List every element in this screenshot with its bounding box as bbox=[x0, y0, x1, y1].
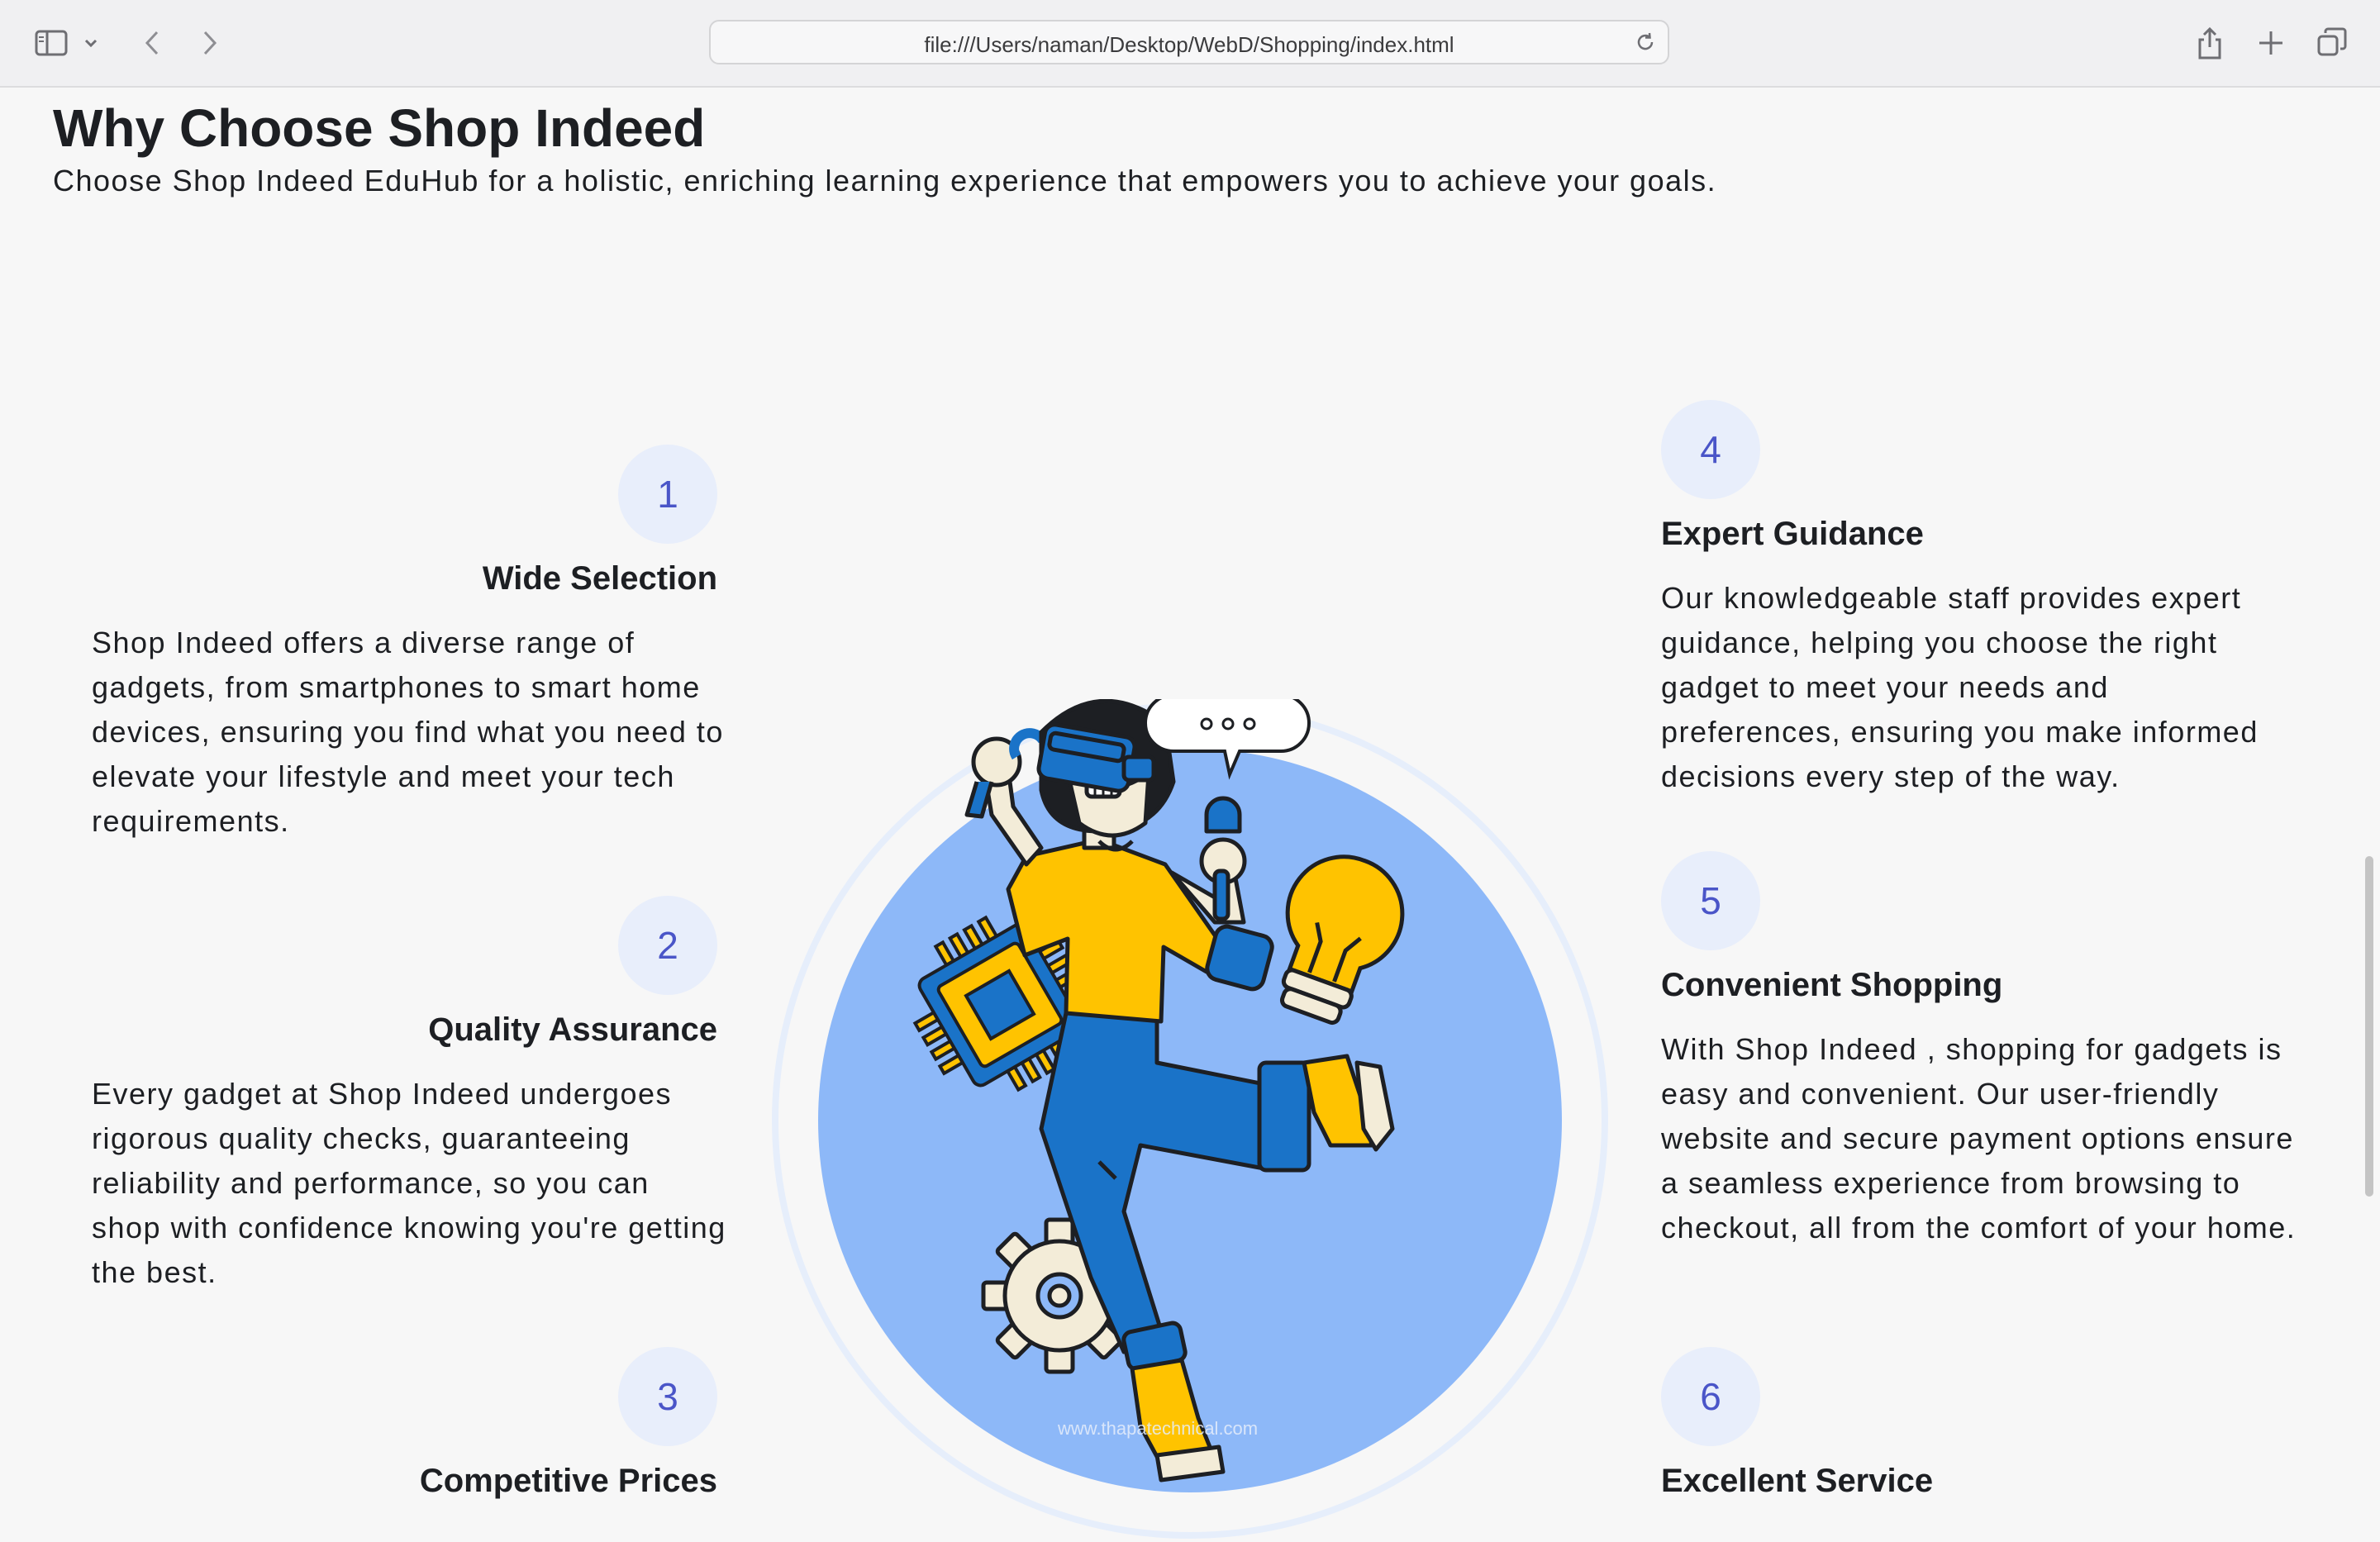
page-subtitle: Choose Shop Indeed EduHub for a holistic… bbox=[53, 164, 1717, 198]
address-bar[interactable]: file:///Users/naman/Desktop/WebD/Shoppin… bbox=[709, 20, 1669, 64]
chevron-down-icon[interactable] bbox=[76, 20, 106, 66]
url-text[interactable]: file:///Users/naman/Desktop/WebD/Shoppin… bbox=[711, 32, 1668, 58]
browser-toolbar: file:///Users/naman/Desktop/WebD/Shoppin… bbox=[0, 0, 2380, 88]
feature-title: Expert Guidance bbox=[1661, 516, 1924, 552]
feature-number-badge: 4 bbox=[1661, 400, 1760, 499]
feature-description: With Shop Indeed , shopping for gadgets … bbox=[1661, 1032, 2297, 1245]
page-title: Why Choose Shop Indeed bbox=[53, 98, 706, 158]
new-tab-icon[interactable] bbox=[2248, 20, 2294, 66]
share-icon[interactable] bbox=[2187, 20, 2233, 66]
watermark-text: www.thapatechnical.com bbox=[1057, 1418, 1258, 1439]
feature-number-badge: 2 bbox=[618, 896, 717, 995]
back-icon[interactable] bbox=[129, 20, 175, 66]
feature-title: Quality Assurance bbox=[428, 1011, 717, 1048]
feature-description: Our knowledgeable staff provides expert … bbox=[1661, 581, 2259, 793]
vr-gadget-illustration: www.thapatechnical.com bbox=[772, 699, 1608, 1539]
feature-title: Competitive Prices bbox=[419, 1463, 717, 1499]
reload-icon[interactable] bbox=[1630, 26, 1661, 58]
feature-description: Shop Indeed offers a diverse range of ga… bbox=[92, 626, 724, 838]
feature-title: Convenient Shopping bbox=[1661, 967, 2003, 1003]
forward-icon[interactable] bbox=[187, 20, 233, 66]
feature-description: Every gadget at Shop Indeed undergoes ri… bbox=[92, 1077, 726, 1289]
feature-title: Excellent Service bbox=[1661, 1463, 1934, 1499]
page-scrollbar[interactable] bbox=[2365, 856, 2373, 1197]
feature-number-badge: 3 bbox=[618, 1347, 717, 1446]
feature-title: Wide Selection bbox=[482, 560, 717, 597]
sidebar-toggle-icon[interactable] bbox=[28, 20, 74, 66]
feature-number-badge: 6 bbox=[1661, 1347, 1760, 1446]
feature-number-badge: 1 bbox=[618, 445, 717, 544]
feature-number-badge: 5 bbox=[1661, 851, 1760, 950]
tab-overview-icon[interactable] bbox=[2309, 20, 2355, 66]
